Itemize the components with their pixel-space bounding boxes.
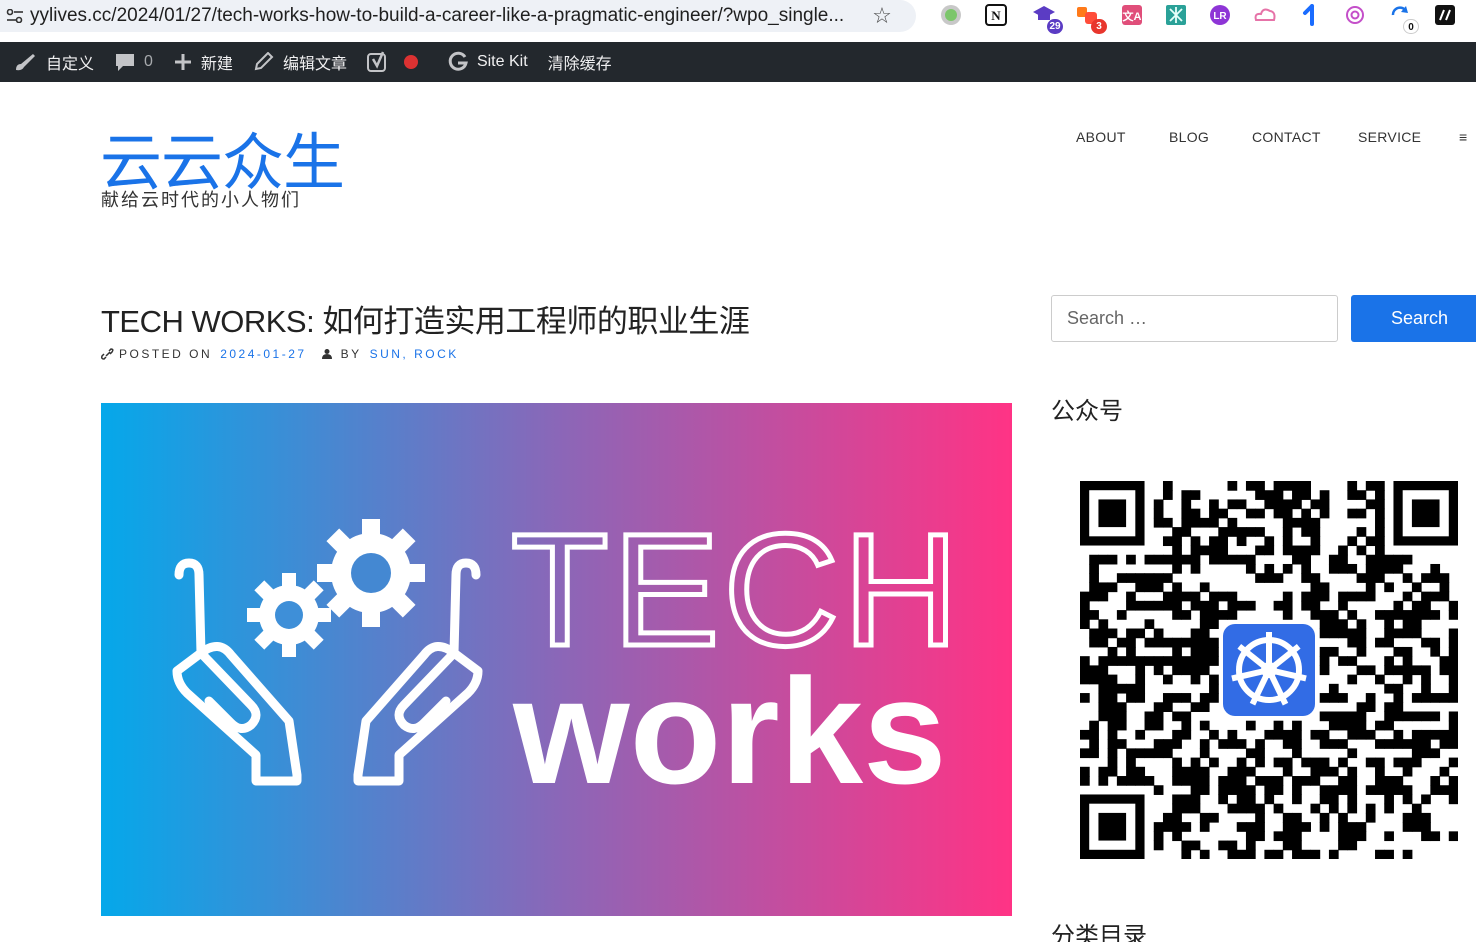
clear-cache-button[interactable]: 清除缓存	[548, 42, 612, 82]
pencil-icon	[254, 52, 274, 71]
wechat-widget-title: 公众号	[1051, 397, 1123, 425]
teal-pattern-extension-icon[interactable]	[1163, 2, 1189, 28]
google-g-icon	[448, 51, 468, 71]
primary-navigation: ABOUT BLOG CONTACT SERVICE ≡	[0, 129, 1476, 149]
comment-bubble-icon	[116, 54, 135, 71]
address-bar[interactable]: yylives.cc/2024/01/27/tech-works-how-to-…	[0, 0, 916, 32]
wechat-qr-code	[1080, 481, 1459, 860]
edit-post-button[interactable]: 编辑文章	[253, 42, 347, 82]
posted-on-label: POSTED ON	[119, 347, 213, 361]
customize-label: 自定义	[46, 56, 95, 73]
seo-status-red-dot-icon	[403, 55, 418, 69]
plus-icon	[174, 54, 191, 70]
green-circle-extension-icon[interactable]	[938, 2, 964, 28]
purple-logo-extension-icon[interactable]: LR	[1207, 2, 1233, 28]
featured-image: TECH works	[101, 403, 1012, 916]
extension-badge: 29	[1047, 19, 1063, 34]
notion-extension-icon[interactable]: N	[983, 2, 1009, 28]
svg-text:LR: LR	[1213, 11, 1227, 22]
customize-button[interactable]: 自定义	[14, 42, 94, 82]
orange-blocks-extension-icon[interactable]: 3	[1075, 2, 1107, 34]
svg-text:文A: 文A	[1123, 9, 1142, 23]
sitekit-button[interactable]: Site Kit	[447, 42, 528, 82]
nav-menu-icon[interactable]: ≡	[1459, 129, 1467, 145]
yoast-seo-button[interactable]	[366, 42, 427, 82]
author-link[interactable]: SUN, ROCK	[370, 347, 459, 361]
search-button[interactable]: Search	[1351, 295, 1476, 342]
yoast-icon	[366, 51, 386, 72]
gear-icon	[247, 573, 331, 657]
nav-about[interactable]: ABOUT	[1076, 129, 1126, 145]
search-input[interactable]	[1051, 295, 1338, 342]
by-label: BY	[340, 347, 362, 361]
sitekit-label: Site Kit	[476, 53, 528, 70]
nav-blog[interactable]: BLOG	[1169, 129, 1209, 145]
comments-button[interactable]: 0	[114, 42, 153, 82]
post-title: TECH WORKS: 如何打造实用工程师的职业生涯	[101, 304, 750, 339]
blue-arrow-extension-icon[interactable]	[1297, 2, 1323, 28]
site-info-icon[interactable]	[0, 0, 30, 32]
clear-cache-label: 清除缓存	[547, 56, 612, 73]
comments-count: 0	[144, 53, 153, 70]
openai-extension-icon[interactable]	[1342, 2, 1368, 28]
svg-text:N: N	[991, 8, 1001, 23]
dark-square-extension-icon[interactable]	[1432, 2, 1458, 28]
browser-toolbar: yylives.cc/2024/01/27/tech-works-how-to-…	[0, 0, 1476, 42]
site-tagline: 献给云时代的小人物们	[101, 190, 301, 211]
graduation-cap-extension-icon[interactable]: 29	[1031, 2, 1063, 34]
extension-badge: 0	[1403, 19, 1419, 34]
nav-service[interactable]: SERVICE	[1358, 129, 1421, 145]
gear-icon	[317, 519, 425, 627]
categories-widget-title: 分类目录	[1051, 922, 1147, 942]
nav-contact[interactable]: CONTACT	[1252, 129, 1321, 145]
paintbrush-icon	[16, 54, 35, 71]
new-content-button[interactable]: 新建	[173, 42, 233, 82]
extension-badge: 3	[1091, 19, 1107, 34]
author-icon	[321, 349, 332, 359]
new-label: 新建	[200, 56, 233, 73]
pink-cloud-extension-icon[interactable]	[1252, 2, 1278, 28]
sync-extension-icon[interactable]: 0	[1387, 2, 1419, 34]
image-title-works: works	[512, 647, 947, 815]
post-date-link[interactable]: 2024-01-27	[220, 347, 306, 361]
edit-post-label: 编辑文章	[282, 56, 347, 73]
link-icon	[101, 348, 114, 360]
url-text[interactable]: yylives.cc/2024/01/27/tech-works-how-to-…	[30, 5, 862, 27]
wp-admin-bar: 自定义 0 新建 编辑文章 Site Kit 清除缓存	[0, 42, 1476, 82]
bookmark-star-icon[interactable]: ☆	[862, 4, 902, 29]
kubernetes-logo-icon	[1219, 620, 1319, 720]
post-meta: POSTED ON 2024-01-27 BY SUN, ROCK	[101, 347, 459, 361]
translate-extension-icon[interactable]: 文A	[1119, 2, 1145, 28]
